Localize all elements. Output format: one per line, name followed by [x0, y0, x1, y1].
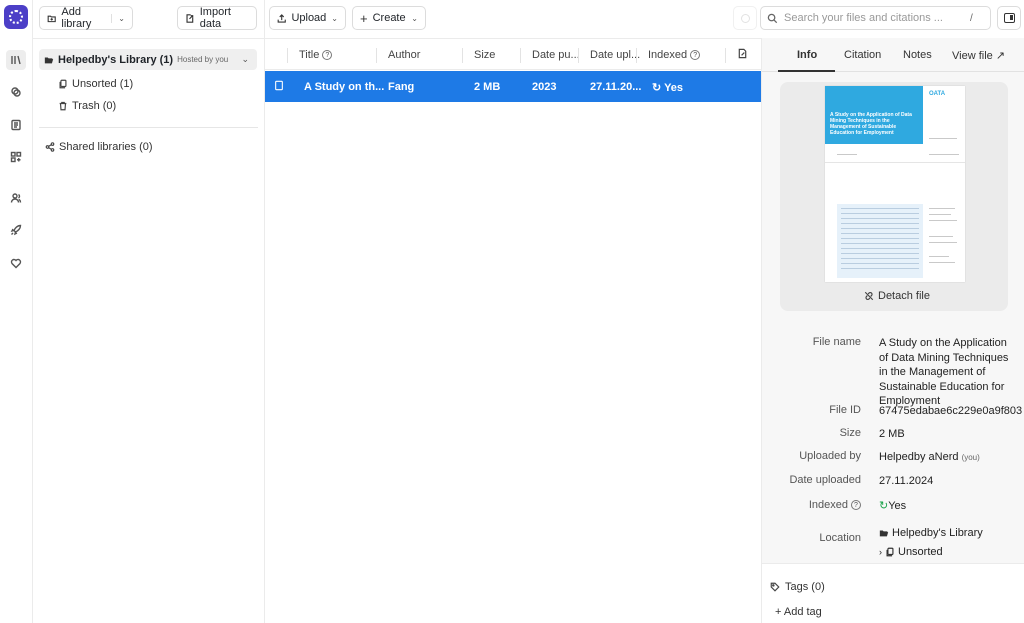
- files-icon: [59, 79, 67, 89]
- table-header: Title? Author Size Date pu... Date upl..…: [265, 40, 761, 70]
- upload-icon: [277, 13, 286, 23]
- file-icon: [274, 80, 284, 94]
- tab-view-file[interactable]: View file ↗: [952, 49, 1005, 62]
- tags-section: Tags (0) + Add tag: [762, 563, 1024, 623]
- tree-item-label: Trash (0): [72, 100, 117, 112]
- row-author: Fang: [388, 81, 415, 93]
- chevron-right-icon: ›: [879, 546, 882, 557]
- tab-info[interactable]: Info: [797, 49, 817, 61]
- chevron-down-icon: ⌄: [331, 13, 338, 23]
- chevron-down-icon[interactable]: ⌄: [241, 54, 249, 65]
- help-icon[interactable]: ?: [851, 500, 861, 510]
- location-value: Helpedby's Library › Unsorted: [879, 526, 1019, 559]
- add-library-label: Add library: [61, 6, 92, 30]
- add-library-button[interactable]: Add library ⌄: [39, 6, 133, 30]
- folder-open-icon: [879, 530, 889, 537]
- sync-icon: ↻: [652, 82, 662, 94]
- share-icon: [45, 142, 55, 152]
- file-name-value: A Study on the Application of Data Minin…: [879, 337, 1009, 407]
- shared-libraries-label: Shared libraries (0): [59, 141, 153, 153]
- tab-notes[interactable]: Notes: [903, 49, 932, 61]
- add-tag-button[interactable]: + Add tag: [775, 606, 822, 618]
- shared-libraries[interactable]: Shared libraries (0): [45, 141, 153, 153]
- location-folder[interactable]: › Unsorted: [879, 545, 1019, 560]
- rocket-nav-icon[interactable]: [6, 220, 26, 240]
- search-icon: [767, 13, 778, 23]
- upload-label: Upload: [291, 12, 327, 24]
- column-author[interactable]: Author: [388, 49, 420, 61]
- users-nav-icon[interactable]: [6, 188, 26, 208]
- tree-item-label: Unsorted (1): [72, 78, 134, 90]
- detach-icon: [864, 291, 874, 301]
- add-library-icon: [47, 15, 56, 22]
- journal-logo: OATA: [929, 91, 946, 97]
- file-id-value: 67475edabae6c229e0a9f803: [879, 405, 1023, 417]
- chevron-down-icon: ⌄: [111, 13, 125, 23]
- tag-icon: [770, 582, 780, 592]
- upload-button[interactable]: Upload ⌄: [269, 6, 346, 30]
- notes-nav-icon[interactable]: [6, 115, 26, 135]
- tags-header: Tags (0): [770, 581, 825, 593]
- import-data-label: Import data: [199, 6, 231, 30]
- library-title: Helpedby's Library (1): [58, 53, 174, 66]
- import-data-button[interactable]: Import data: [177, 6, 257, 30]
- row-indexed: ↻ Yes: [652, 82, 684, 94]
- hosted-label: Hosted by you: [177, 55, 229, 64]
- app-logo[interactable]: [4, 5, 28, 29]
- row-size: 2 MB: [474, 81, 501, 93]
- create-button[interactable]: + Create ⌄: [352, 6, 426, 30]
- loading-spinner-icon: [733, 6, 757, 30]
- column-indexed[interactable]: Indexed?: [648, 49, 701, 61]
- search-shortcut: /: [970, 12, 973, 24]
- tree-item-unsorted[interactable]: Unsorted (1): [58, 78, 133, 90]
- external-link-icon: ↗: [995, 50, 1006, 62]
- date-uploaded-value: 27.11.2024: [879, 475, 934, 487]
- apps-nav-icon[interactable]: [6, 147, 26, 167]
- create-label: Create: [372, 12, 406, 24]
- chevron-down-icon: ⌄: [411, 13, 418, 23]
- detach-label: Detach file: [878, 290, 930, 302]
- left-rail: [0, 0, 33, 623]
- help-icon[interactable]: ?: [690, 50, 701, 60]
- files-icon: [886, 547, 894, 557]
- info-panel: Info Citation Notes View file ↗ A Study …: [761, 38, 1024, 623]
- folder-open-icon: [44, 57, 54, 63]
- tab-citation[interactable]: Citation: [844, 49, 881, 61]
- import-icon: [186, 13, 194, 23]
- location-library[interactable]: Helpedby's Library: [879, 526, 1019, 541]
- row-title: A Study on th...: [304, 81, 385, 93]
- file-list: Upload ⌄ + Create ⌄ Title? Author Size D…: [265, 0, 761, 623]
- citations-nav-icon[interactable]: [6, 82, 26, 102]
- table-row[interactable]: A Study on th... Fang 2 MB 2023 27.11.20…: [265, 71, 761, 102]
- size-value: 2 MB: [879, 428, 905, 440]
- tree-item-trash[interactable]: Trash (0): [58, 100, 116, 112]
- uploaded-by-value: Helpedby aNerd (you): [879, 451, 980, 463]
- file-preview[interactable]: A Study on the Application of Data Minin…: [780, 82, 1008, 311]
- column-settings-icon[interactable]: [737, 48, 748, 59]
- column-title[interactable]: Title?: [299, 49, 333, 61]
- search-box[interactable]: /: [760, 6, 991, 30]
- row-date-uploaded: 27.11.20...: [590, 81, 642, 93]
- toggle-panel-button[interactable]: [997, 6, 1021, 30]
- document-thumbnail: A Study on the Application of Data Minin…: [825, 86, 965, 282]
- trash-icon: [59, 101, 67, 111]
- info-tabs: Info Citation Notes View file ↗: [762, 38, 1024, 72]
- detach-file-button[interactable]: Detach file: [864, 290, 930, 302]
- library-nav-icon[interactable]: [6, 50, 26, 70]
- column-size[interactable]: Size: [474, 49, 495, 61]
- thumbnail-title: A Study on the Application of Data Minin…: [825, 86, 923, 144]
- sync-icon: ↻: [879, 500, 889, 512]
- search-input[interactable]: [784, 12, 964, 24]
- column-date-uploaded[interactable]: Date upl...: [590, 49, 640, 61]
- column-date-published[interactable]: Date pu...: [532, 49, 580, 61]
- row-date-published: 2023: [532, 81, 557, 93]
- library-panel: Add library ⌄ Import data Helpedby's Lib…: [33, 0, 265, 623]
- help-icon[interactable]: ?: [322, 50, 333, 60]
- heart-nav-icon[interactable]: [6, 253, 26, 273]
- indexed-value: ↻Yes: [879, 500, 907, 512]
- library-header[interactable]: Helpedby's Library (1) Hosted by you ⌄: [39, 49, 257, 70]
- plus-icon: +: [360, 10, 368, 26]
- sidebar-toggle-icon: [1003, 13, 1015, 23]
